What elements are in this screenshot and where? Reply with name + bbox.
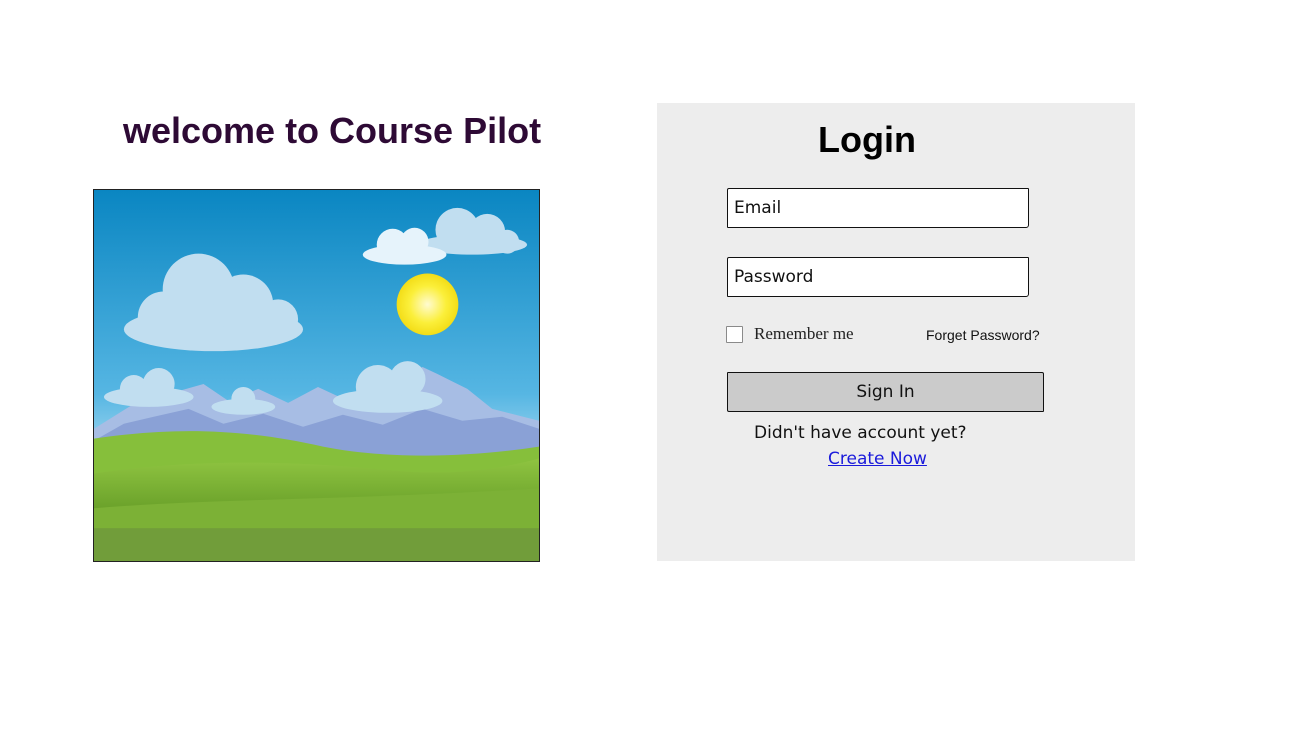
forget-password-link[interactable]: Forget Password? bbox=[926, 327, 1040, 343]
landscape-image bbox=[93, 189, 540, 562]
remember-me-label: Remember me bbox=[754, 324, 854, 343]
password-field[interactable] bbox=[727, 257, 1029, 297]
sign-in-button[interactable]: Sign In bbox=[727, 372, 1044, 412]
create-account-link[interactable]: Create Now bbox=[828, 449, 927, 469]
login-panel: Login Remember me Forget Password? Sign … bbox=[657, 103, 1135, 561]
remember-me-checkbox[interactable] bbox=[726, 325, 743, 343]
no-account-text: Didn't have account yet? bbox=[754, 423, 967, 443]
email-field[interactable] bbox=[727, 188, 1029, 228]
sign-in-label: Sign In bbox=[856, 382, 915, 402]
welcome-title: welcome to Course Pilot bbox=[123, 110, 542, 151]
remember-me-row: Remember me bbox=[726, 324, 854, 344]
login-title: Login bbox=[818, 119, 916, 160]
